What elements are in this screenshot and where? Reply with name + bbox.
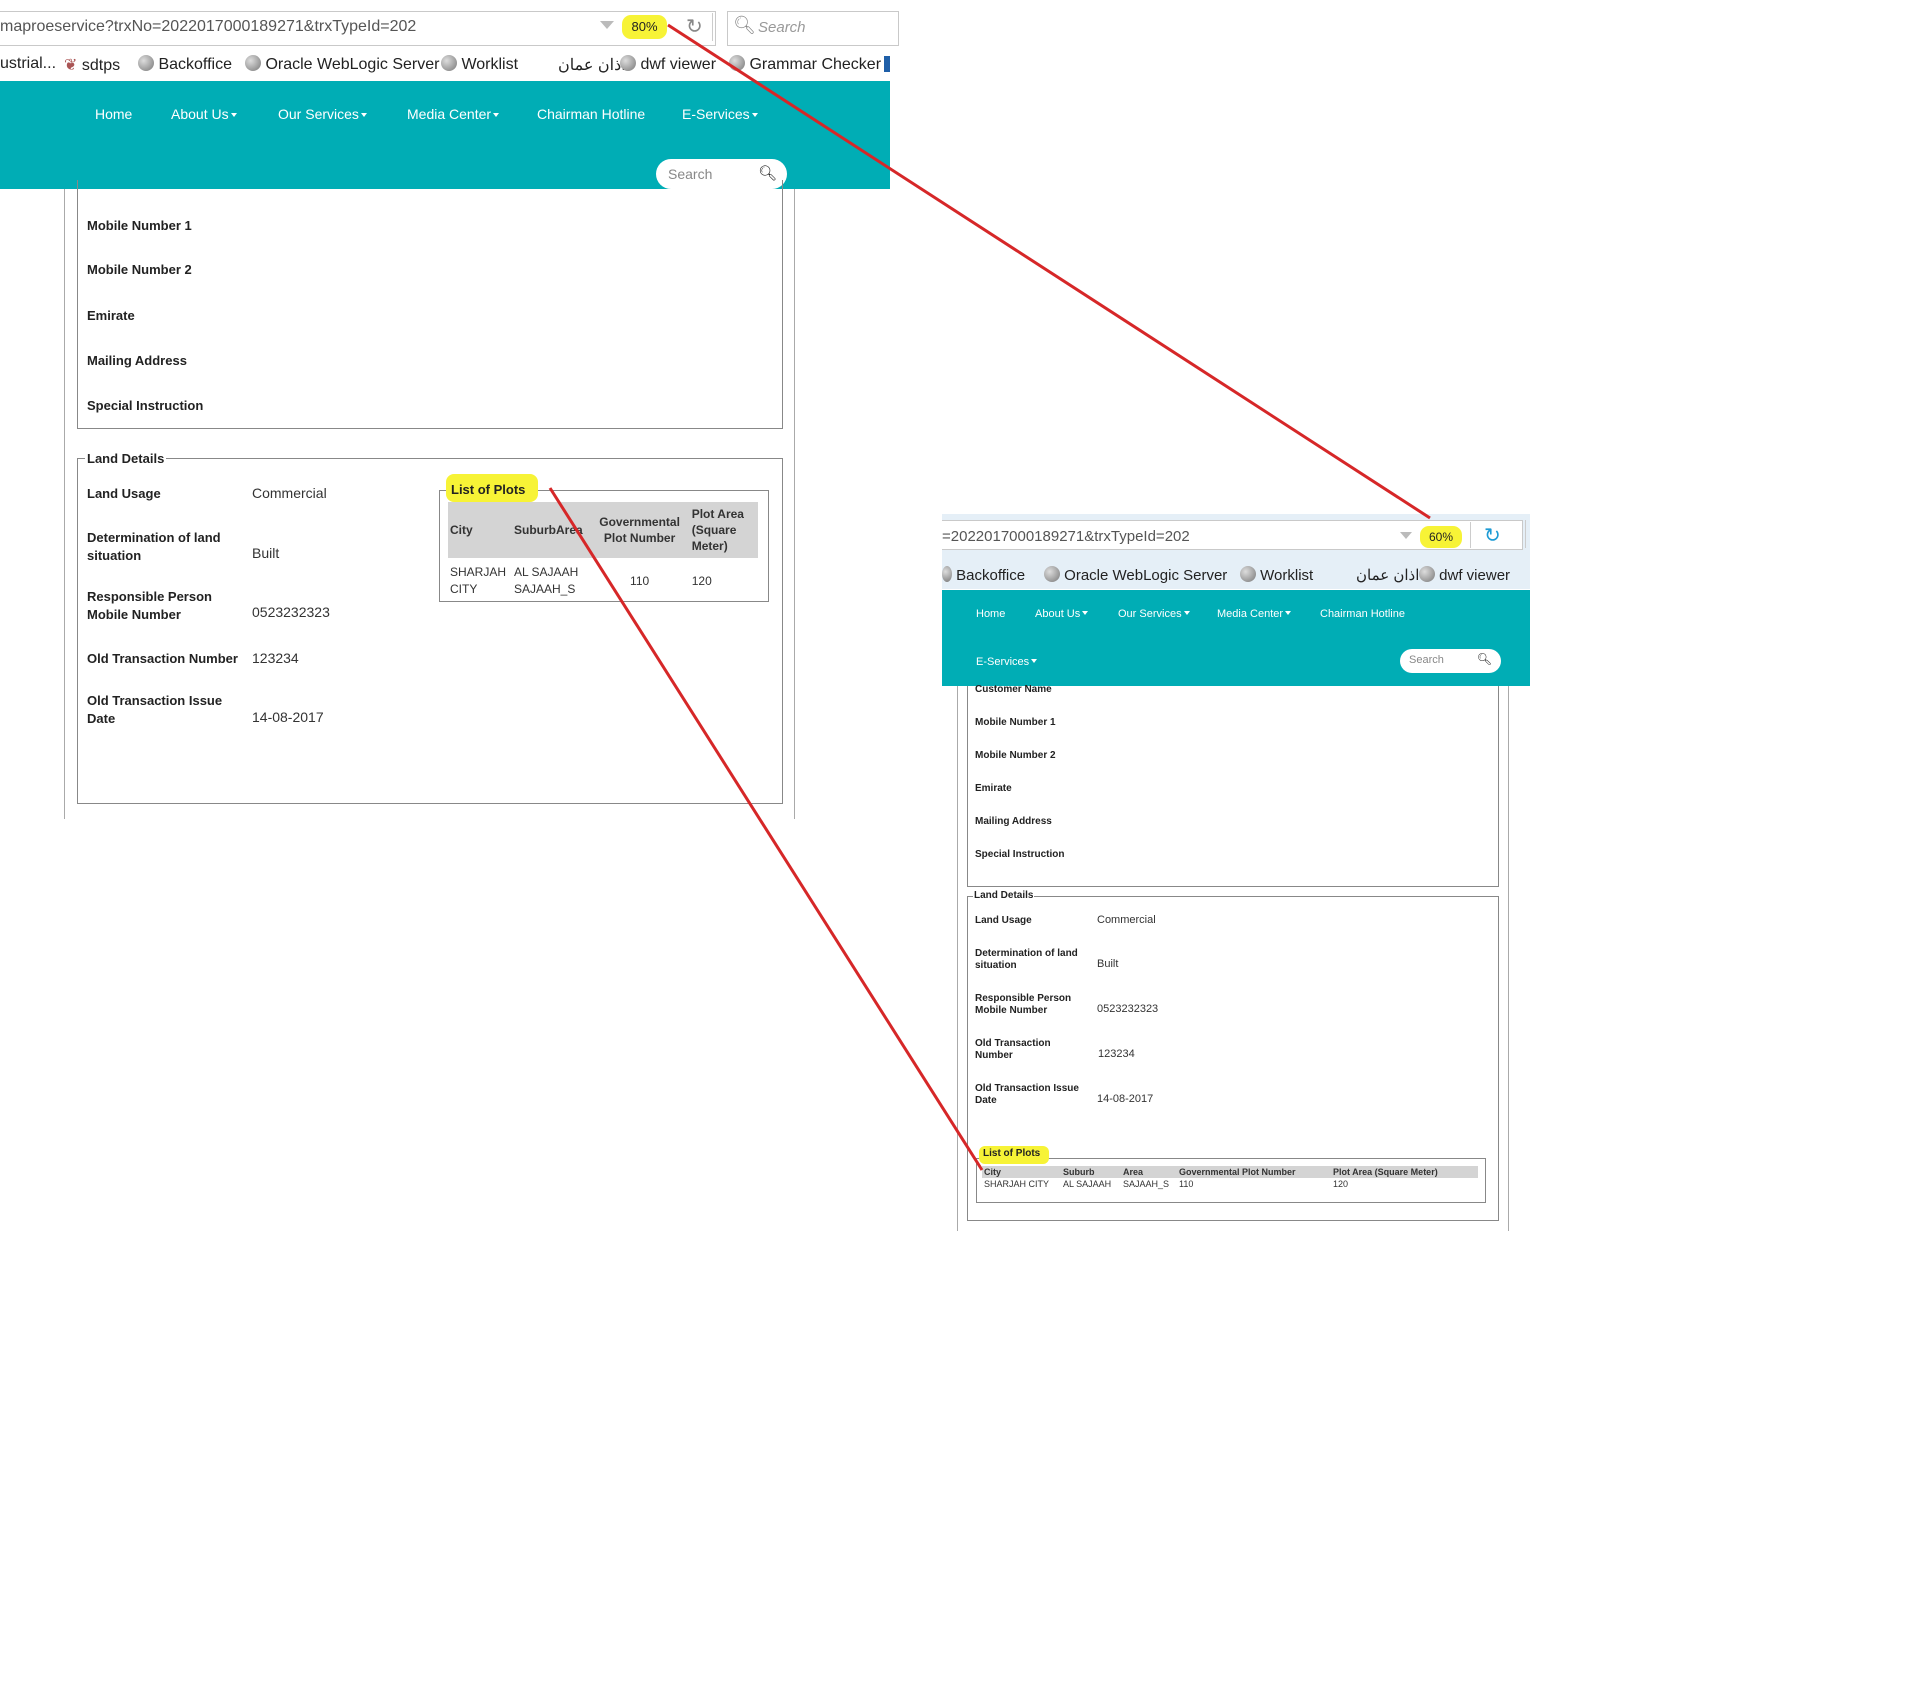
annotation-line-zoom (667, 23, 1431, 520)
annotation-line-plots (548, 487, 984, 1171)
annotation-overlay (548, 23, 1431, 1171)
